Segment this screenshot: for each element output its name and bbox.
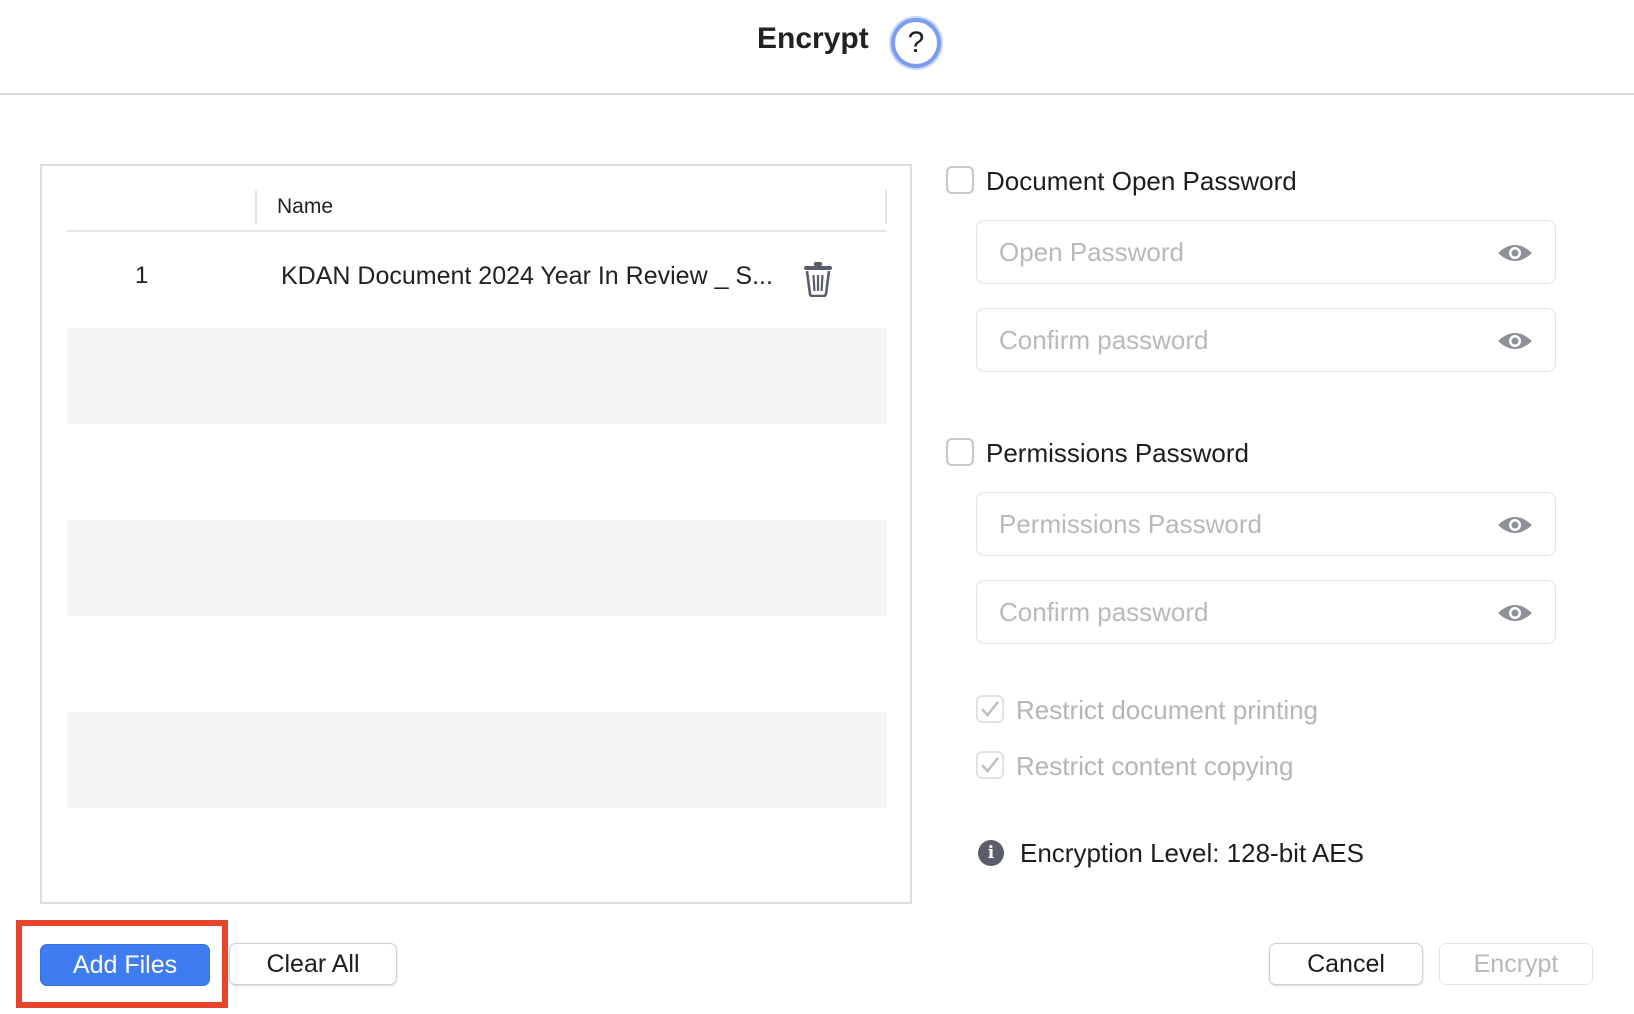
encrypt-dialog: Encrypt ? Name 1 KDAN Document 2024 Year… (0, 0, 1634, 1014)
permissions-password-input[interactable] (999, 507, 1479, 541)
trash-icon[interactable] (802, 261, 834, 297)
dialog-header: Encrypt ? (0, 0, 1634, 95)
question-mark-icon: ? (907, 26, 925, 59)
permissions-confirm-password-field (976, 580, 1556, 644)
file-list-panel: Name 1 KDAN Document 2024 Year In Review… (40, 164, 912, 904)
eye-icon[interactable] (1497, 601, 1533, 625)
open-password-input[interactable] (999, 235, 1479, 269)
empty-row (67, 424, 887, 520)
column-header-name[interactable]: Name (277, 195, 333, 219)
file-row-name: KDAN Document 2024 Year In Review _ S... (281, 262, 773, 290)
column-separator (885, 190, 887, 224)
open-confirm-password-field (976, 308, 1556, 372)
restrict-copying-checkbox[interactable] (976, 751, 1004, 779)
permissions-password-field (976, 492, 1556, 556)
permissions-confirm-password-input[interactable] (999, 595, 1479, 629)
file-row[interactable]: 1 KDAN Document 2024 Year In Review _ S.… (67, 232, 887, 328)
empty-row (67, 328, 887, 424)
clear-all-button[interactable]: Clear All (229, 943, 397, 985)
empty-row (67, 712, 887, 808)
dialog-title: Encrypt (757, 22, 869, 55)
open-confirm-password-input[interactable] (999, 323, 1479, 357)
empty-row (67, 520, 887, 616)
open-password-field (976, 220, 1556, 284)
restrict-printing-checkbox[interactable] (976, 695, 1004, 723)
column-separator (255, 190, 257, 224)
open-password-checkbox[interactable] (946, 166, 974, 194)
permissions-password-checkbox[interactable] (946, 438, 974, 466)
help-button[interactable]: ? (891, 18, 941, 68)
eye-icon[interactable] (1497, 241, 1533, 265)
eye-icon[interactable] (1497, 329, 1533, 353)
eye-icon[interactable] (1497, 513, 1533, 537)
open-password-label[interactable]: Document Open Password (986, 166, 1297, 197)
empty-row (67, 616, 887, 712)
file-row-index: 1 (135, 262, 149, 289)
checkmark-icon (981, 701, 1000, 717)
add-files-button[interactable]: Add Files (40, 944, 210, 986)
checkmark-icon (981, 757, 1000, 773)
encryption-level-text: Encryption Level: 128-bit AES (1020, 838, 1364, 868)
restrict-copying-label: Restrict content copying (1016, 751, 1294, 781)
cancel-button[interactable]: Cancel (1269, 943, 1423, 985)
file-list-header: Name (67, 190, 887, 232)
info-icon: i (978, 840, 1004, 866)
encrypt-button[interactable]: Encrypt (1439, 943, 1593, 985)
restrict-printing-label: Restrict document printing (1016, 695, 1319, 725)
permissions-password-label[interactable]: Permissions Password (986, 438, 1249, 469)
